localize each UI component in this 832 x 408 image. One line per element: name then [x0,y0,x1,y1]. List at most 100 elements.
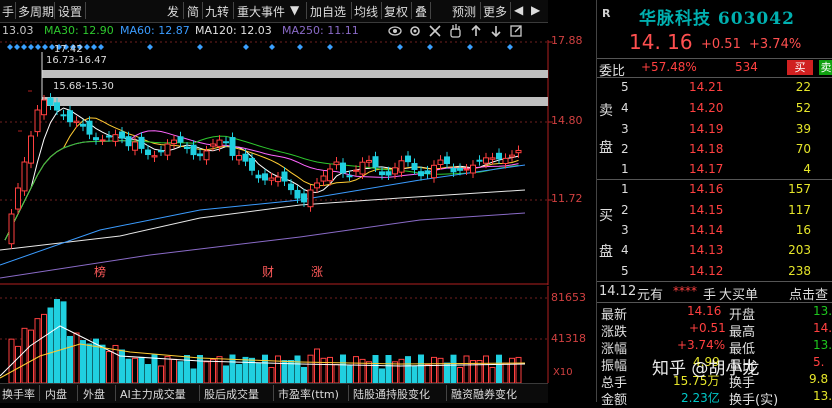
volume-bars [8,299,522,383]
volume-chart[interactable] [0,286,596,383]
volume-bar [132,357,138,383]
volume-bar [190,368,197,383]
price-chart-pane[interactable]: 17.88 14.80 11.72 17.42 16.73-16.47 15.6… [0,34,596,285]
tab-inner-volume[interactable]: 内盘 [45,386,67,402]
big-order-row[interactable]: 14.12 元有 **** 手 大买单 点击查 [597,283,832,303]
candle-body [119,131,125,139]
candle-body [106,135,112,138]
toolbar-separator [15,2,16,19]
event-marker-zhang[interactable]: 涨 [311,263,323,280]
buy-level-row: 2 14.15 117 [597,202,832,219]
candle-body [444,156,450,164]
chevron-down-icon[interactable]: ▼ [290,3,299,17]
tab-northbound-holdings[interactable]: 陆股通持股变化 [353,386,430,402]
eye-icon[interactable] [388,26,402,36]
stock-change-pct: +3.74% [749,37,802,52]
tab-ai-main-volume[interactable]: AI主力成交量 [120,386,186,402]
candle-body [216,139,223,147]
big-order-hand: 手 [703,288,717,303]
volume-bar [502,362,509,383]
volume-bar [333,364,340,383]
arrow-down-icon[interactable] [491,26,501,38]
buy-level-price: 14.15 [689,203,724,217]
big-order-unit: 元有 [637,288,664,303]
volume-bar [398,358,405,383]
kline-chart[interactable] [0,40,596,285]
arrow-up-icon[interactable] [471,24,481,36]
settings-icon[interactable] [410,26,420,36]
weibi-value: +57.48% [641,60,697,74]
toolbar-item-add-watchlist[interactable]: 加自选 [310,3,346,20]
toolbar-item-forecast[interactable]: 预测 [452,3,476,20]
candle-body [158,150,164,153]
hand-icon[interactable] [450,24,461,38]
buy-level-price: 14.13 [689,243,724,257]
buy-level-volume: 238 [788,264,811,278]
close-icon[interactable] [429,25,441,37]
candle-body [327,168,333,182]
toolbar-item-jian[interactable]: 简 [187,3,199,20]
toolbar-item-hand[interactable]: 手 [2,3,14,20]
tab-after-hours-volume[interactable]: 股后成交量 [204,386,259,402]
tab-turnover[interactable]: 换手率 [2,386,35,402]
candle-body [229,137,236,156]
toolbar-item-overlay[interactable]: 叠 [415,3,427,20]
sell-level-volume: 4 [803,162,811,176]
event-marker-cai[interactable]: 财 [262,263,274,280]
volume-bar [15,345,21,383]
toolbar-separator [411,2,412,19]
signal-diamond [91,44,97,50]
share-icon[interactable] [510,25,522,37]
toolbar-item-jiuzhuan[interactable]: 九转 [205,3,229,20]
toolbar-item-multi-period[interactable]: 多周期 [18,3,54,20]
candle-body [288,183,294,191]
candle-body [164,143,171,156]
toolbar-item-ma-lines[interactable]: 均线 [354,3,378,20]
volume-bar [431,356,437,383]
ma-lines [0,107,526,279]
sell-button[interactable]: 卖 [819,60,832,75]
volume-bar [385,355,392,383]
tab-pe-ttm[interactable]: 市盈率(ttm) [278,386,339,402]
buy-level-row: 5 14.12 238 [597,263,832,280]
volume-bar [210,358,216,383]
buy-button[interactable]: 买 [787,60,813,75]
candle-body [450,167,457,173]
toolbar-item-settings[interactable]: 设置 [58,3,82,20]
event-marker-bang[interactable]: 榜 [94,263,106,280]
sell-level-row: 3 14.19 39 [597,121,832,138]
ma-legend-ma250: MA250: 11.11 [282,24,359,37]
next-arrow-icon[interactable]: ▶ [531,3,540,17]
stat-value: 2.23亿 [681,391,720,405]
candle-body [34,109,41,133]
signal-diamond [243,44,249,50]
volume-bar [47,307,54,383]
volume-bar [301,366,307,383]
toolbar-item-more[interactable]: 更多 [483,3,507,20]
candle-body [437,159,444,166]
tab-outer-volume[interactable]: 外盘 [83,386,105,402]
candle-body [177,136,184,143]
volume-bar [197,355,203,383]
tab-margin-changes[interactable]: 融资融券变化 [451,386,517,402]
buy-level-row: 3 14.14 16 [597,222,832,239]
volume-bar [346,365,353,383]
stat-value: 5. [813,355,825,369]
candle-body [489,157,496,160]
toolbar-item-fa[interactable]: 发 [167,3,179,20]
buy-level-row: 4 14.13 203 [597,242,832,259]
toolbar-item-restore-rights[interactable]: 复权 [384,3,408,20]
volume-bar [223,365,229,383]
prev-arrow-icon[interactable]: ◀ [514,3,523,17]
tab-separator [199,385,200,401]
big-order-action[interactable]: 点击查 [789,284,828,303]
volume-bar [54,299,60,383]
volume-bar [80,340,86,383]
volume-bar [164,356,171,383]
volume-bar [171,358,177,383]
candle-body [151,155,158,158]
candle-body [15,187,21,210]
toolbar-item-major-events[interactable]: 重大事件 [237,3,285,20]
volume-pane[interactable]: 81653 41318 X10 [0,286,596,383]
buy-level-price: 14.14 [689,223,724,237]
